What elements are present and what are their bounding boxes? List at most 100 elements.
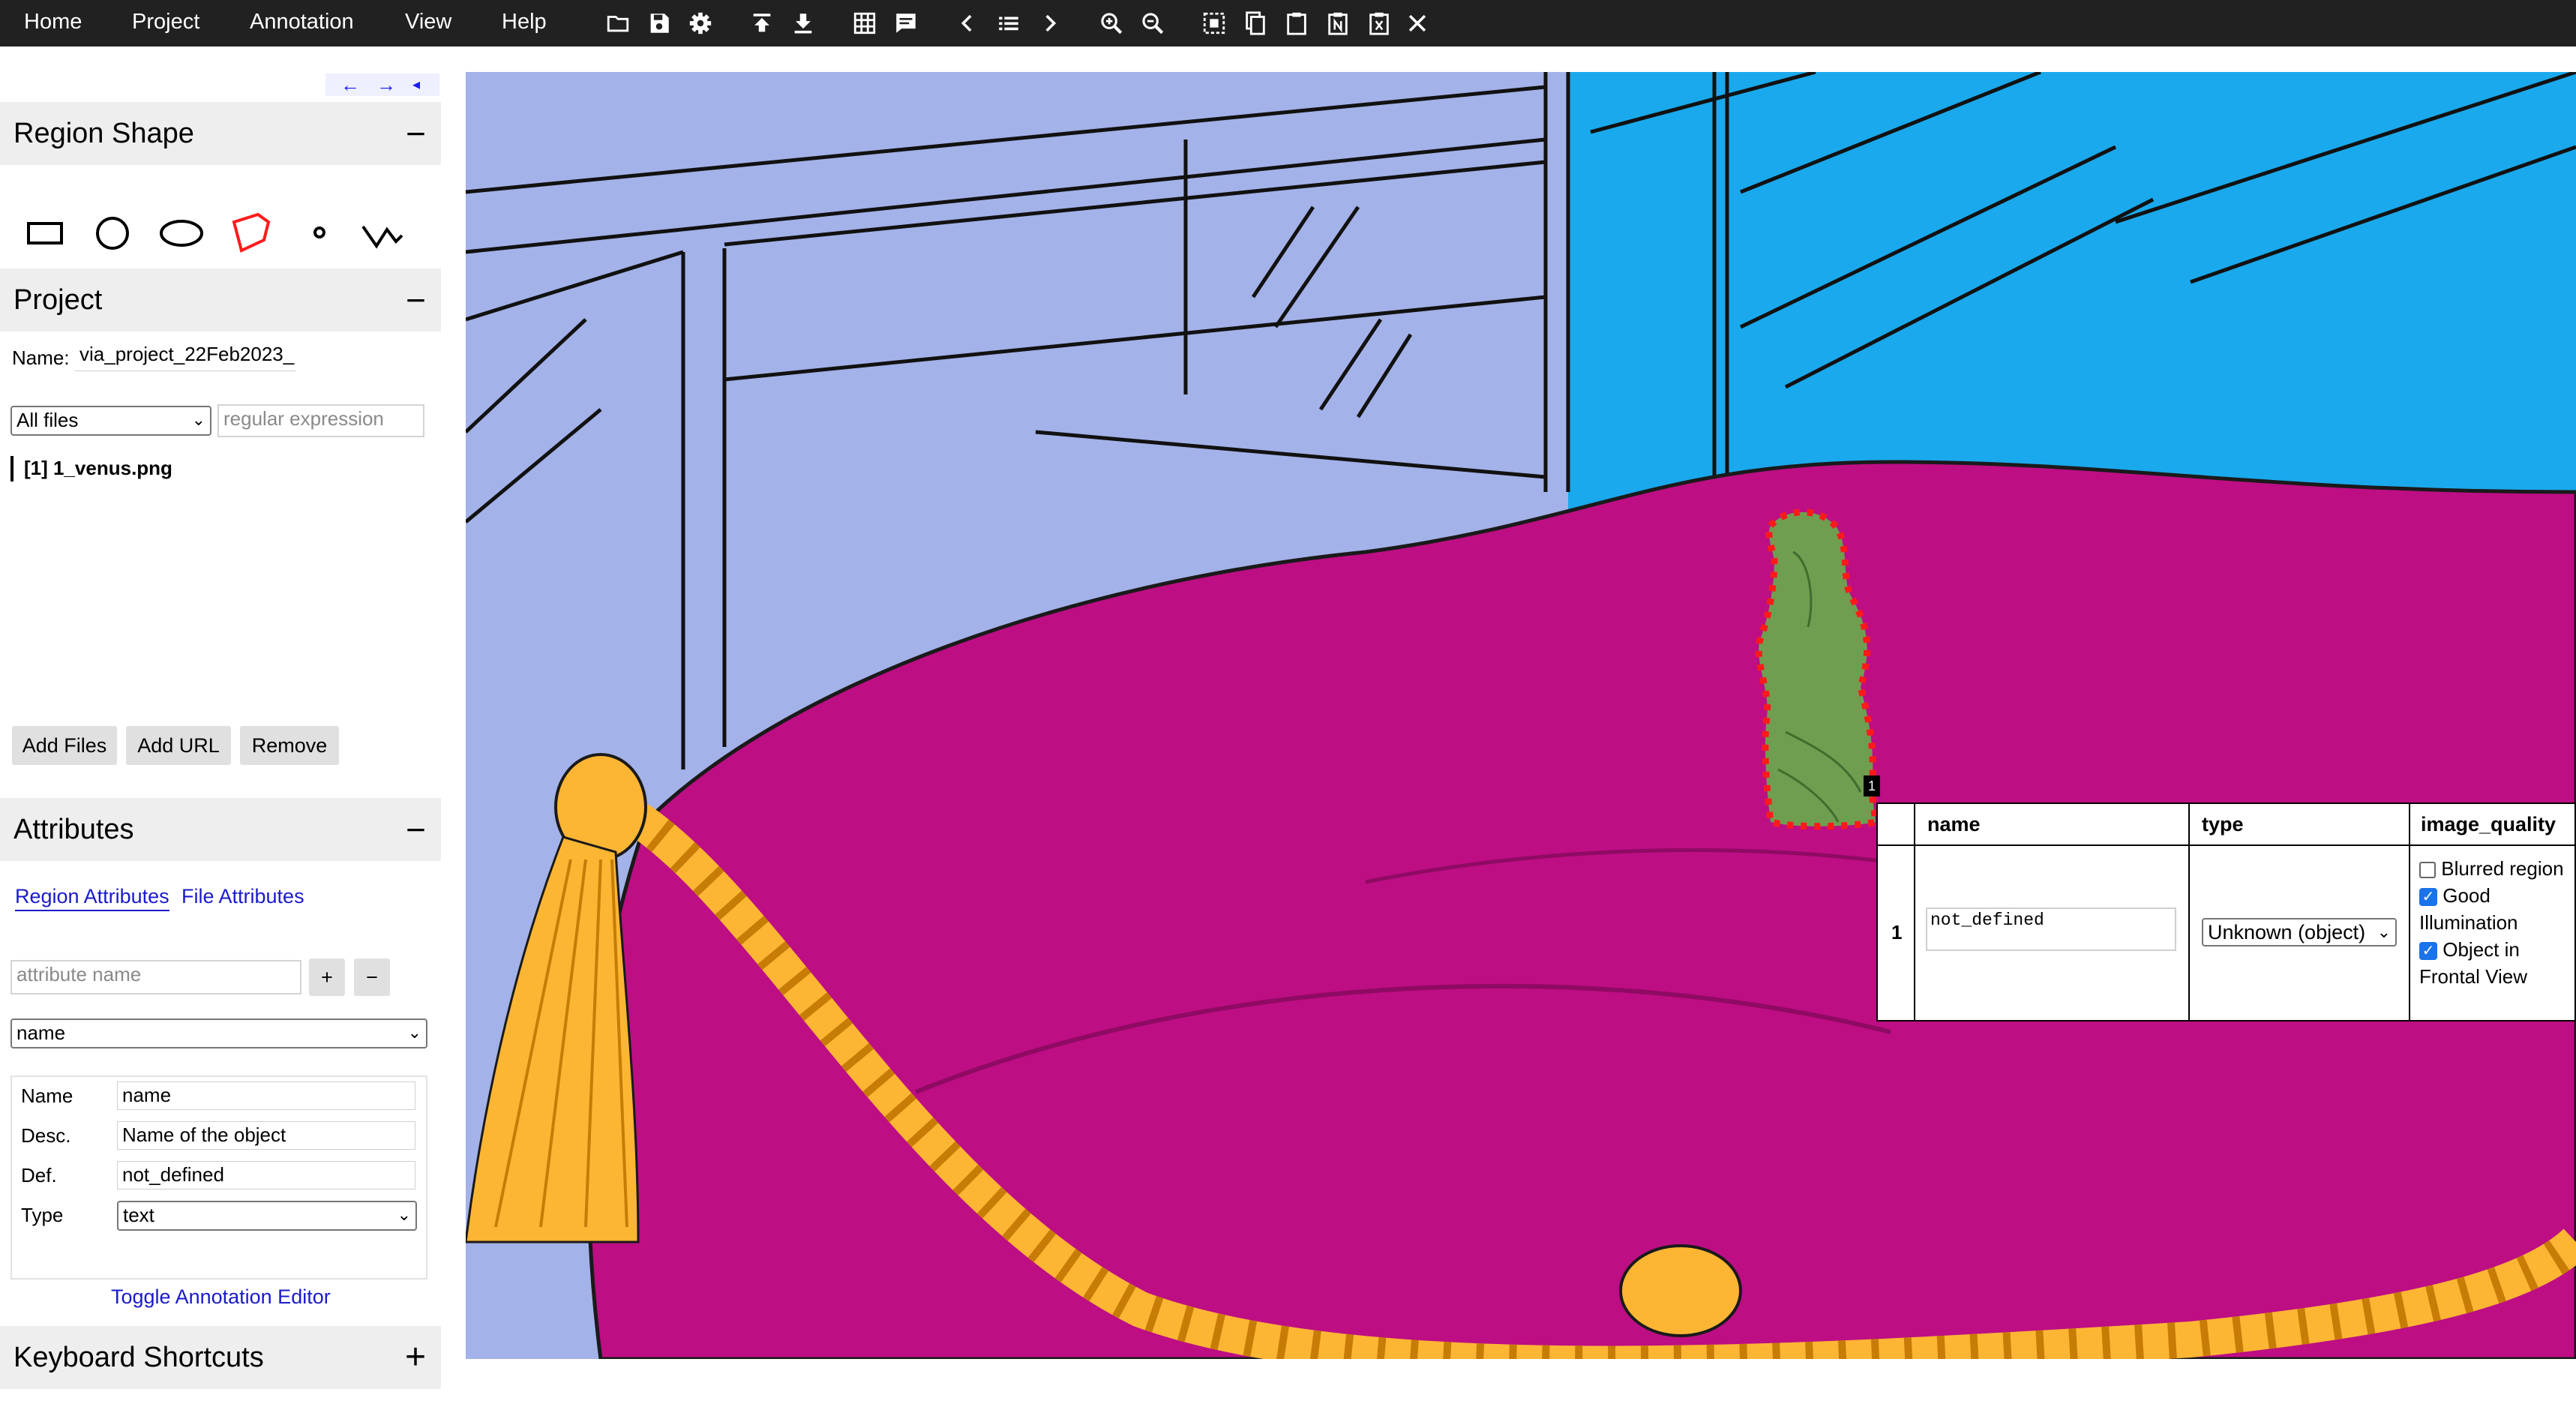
previous-icon[interactable] xyxy=(953,9,982,38)
file-filter-select[interactable]: All files ⌄ xyxy=(10,406,211,436)
upload-icon[interactable] xyxy=(748,9,776,38)
attr-type-select[interactable]: text ⌄ xyxy=(117,1201,417,1231)
menu-view[interactable]: View xyxy=(405,0,451,46)
keyboard-shortcuts-header[interactable]: Keyboard Shortcuts + xyxy=(0,1326,441,1389)
keyboard-shortcuts-title: Keyboard Shortcuts xyxy=(13,1342,264,1373)
region-id-label[interactable]: 1 xyxy=(1864,776,1880,796)
tab-region-attributes[interactable]: Region Attributes xyxy=(15,885,169,911)
editor-col-divider xyxy=(2409,804,2410,1020)
circle-icon[interactable] xyxy=(90,208,135,254)
editor-col-divider xyxy=(2188,804,2190,1020)
image-canvas[interactable]: 1 xyxy=(466,72,2576,1359)
editor-header-name: name xyxy=(1927,813,1981,836)
editor-header-quality: image_quality xyxy=(2421,813,2557,836)
menu-annotation[interactable]: Annotation xyxy=(250,0,354,46)
quality-option-frontal[interactable]: ✓ Object in Frontal View xyxy=(2419,936,2569,990)
attr-def-label: Def. xyxy=(21,1164,57,1186)
panel-collapse-icon[interactable]: ◂ xyxy=(412,74,420,96)
panel-nav: ← → ◂ xyxy=(325,74,439,96)
image-quality-options: Blurred region ✓ Good Illumination ✓ Obj… xyxy=(2419,855,2569,990)
attr-type-value: text xyxy=(123,1204,154,1226)
quality-option-good[interactable]: ✓ Good Illumination xyxy=(2419,882,2569,936)
project-toggle[interactable]: − xyxy=(406,268,426,332)
settings-icon[interactable] xyxy=(686,9,715,38)
attribute-name-input[interactable]: attribute name xyxy=(10,960,301,994)
panel-right-arrow[interactable]: → xyxy=(376,74,396,96)
attr-name-label: Name xyxy=(21,1084,73,1107)
add-files-button[interactable]: Add Files xyxy=(12,726,117,765)
attribute-select[interactable]: name ⌄ xyxy=(10,1018,427,1048)
attr-def-field[interactable]: not_defined xyxy=(117,1161,415,1190)
project-header[interactable]: Project − xyxy=(0,268,441,332)
project-name-label: Name: xyxy=(12,346,70,369)
attr-type-label: Type xyxy=(21,1204,64,1226)
attributes-header[interactable]: Attributes − xyxy=(0,798,441,861)
menu-project[interactable]: Project xyxy=(132,0,199,46)
copy-icon[interactable] xyxy=(1241,9,1270,38)
project-title: Project xyxy=(13,284,103,316)
add-url-button[interactable]: Add URL xyxy=(126,726,231,765)
chevron-down-icon: ⌄ xyxy=(2377,922,2391,941)
editor-row-index: 1 xyxy=(1891,921,1903,944)
file-filter-value: All files xyxy=(16,409,79,431)
polyline-icon[interactable] xyxy=(360,208,405,254)
save-icon[interactable] xyxy=(645,9,673,38)
keyboard-shortcuts-toggle[interactable]: + xyxy=(405,1326,426,1389)
editor-header-divider xyxy=(1878,844,2575,846)
editor-header-type: type xyxy=(2202,813,2244,836)
region-name-textarea[interactable]: not_defined xyxy=(1926,908,2176,951)
attr-desc-label: Desc. xyxy=(21,1124,71,1147)
open-folder-icon[interactable] xyxy=(604,9,632,38)
image-display xyxy=(466,72,2576,1359)
frontal-view-checkbox[interactable]: ✓ xyxy=(2419,942,2437,961)
zoom-out-icon[interactable] xyxy=(1138,9,1167,38)
close-icon[interactable] xyxy=(1403,9,1432,38)
selected-file-marker xyxy=(10,456,13,482)
next-icon[interactable] xyxy=(1036,9,1064,38)
menu-home[interactable]: Home xyxy=(24,0,82,46)
chevron-down-icon: ⌄ xyxy=(397,1205,411,1224)
region-type-value: Unknown (object) xyxy=(2208,921,2366,944)
comment-icon[interactable] xyxy=(892,9,920,38)
attribute-select-value: name xyxy=(16,1022,66,1044)
annotation-editor: name type image_quality 1 not_defined Un… xyxy=(1876,802,2576,1022)
grid-icon[interactable] xyxy=(850,9,879,38)
remove-button[interactable]: Remove xyxy=(240,726,339,765)
paste-n-icon[interactable] xyxy=(1324,9,1352,38)
download-icon[interactable] xyxy=(789,9,817,38)
delete-icon[interactable] xyxy=(1365,9,1393,38)
region-shape-title: Region Shape xyxy=(13,118,194,149)
chevron-down-icon: ⌄ xyxy=(407,1023,421,1042)
rectangle-icon[interactable] xyxy=(22,208,67,254)
point-icon[interactable] xyxy=(297,208,342,254)
zoom-in-icon[interactable] xyxy=(1097,9,1126,38)
select-all-icon[interactable] xyxy=(1200,9,1228,38)
attributes-title: Attributes xyxy=(13,814,134,845)
quality-option-blurred[interactable]: Blurred region xyxy=(2419,855,2569,882)
attributes-toggle[interactable]: − xyxy=(406,798,426,861)
tab-file-attributes[interactable]: File Attributes xyxy=(181,885,304,908)
polygon-icon[interactable] xyxy=(228,208,273,254)
toggle-annotation-editor-link[interactable]: Toggle Annotation Editor xyxy=(111,1286,331,1309)
ellipse-icon[interactable] xyxy=(159,208,204,254)
left-sidebar: ← → ◂ Region Shape − Project − Name: via… xyxy=(0,46,441,1416)
list-icon[interactable] xyxy=(994,9,1023,38)
chevron-down-icon: ⌄ xyxy=(191,410,205,429)
panel-left-arrow[interactable]: ← xyxy=(340,74,360,96)
attr-name-field[interactable]: name xyxy=(117,1082,415,1110)
add-attribute-button[interactable]: + xyxy=(309,958,345,996)
remove-attribute-button[interactable]: − xyxy=(354,958,390,996)
paste-icon[interactable] xyxy=(1282,9,1311,38)
good-illumination-checkbox[interactable]: ✓ xyxy=(2419,888,2437,907)
project-name-input[interactable]: via_project_22Feb2023_ xyxy=(75,341,295,371)
region-shape-header[interactable]: Region Shape − xyxy=(0,102,441,165)
menu-help[interactable]: Help xyxy=(502,0,547,46)
blurred-label: Blurred region xyxy=(2441,857,2564,880)
file-list-item[interactable]: [1] 1_venus.png xyxy=(24,457,172,480)
attr-desc-field[interactable]: Name of the object xyxy=(117,1121,415,1150)
region-shape-toggle[interactable]: − xyxy=(406,102,426,165)
regex-filter-input[interactable]: regular expression xyxy=(217,404,424,437)
editor-col-divider xyxy=(1914,804,1915,1020)
region-type-select[interactable]: Unknown (object) ⌄ xyxy=(2202,918,2397,946)
blurred-checkbox[interactable] xyxy=(2419,862,2436,879)
